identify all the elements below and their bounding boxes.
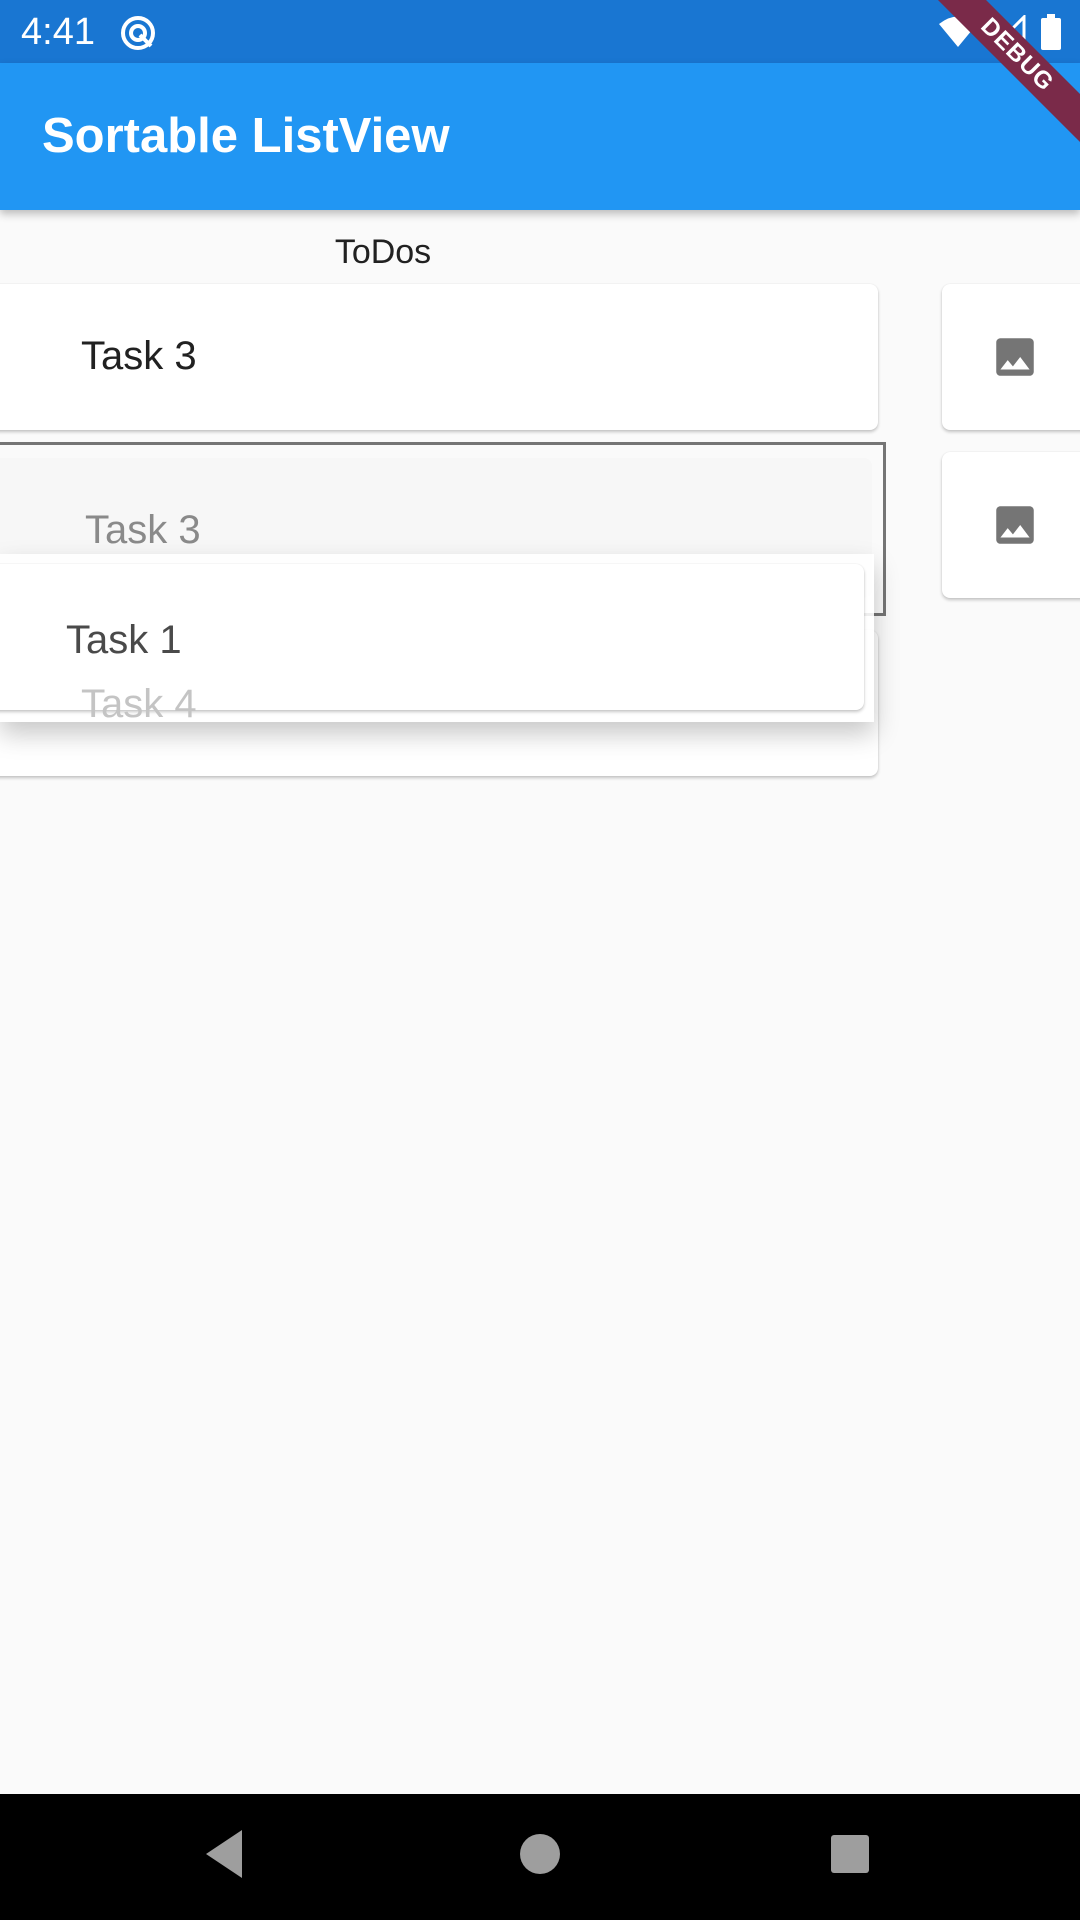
- status-time: 4:41: [21, 11, 95, 53]
- list-header: ToDos: [334, 233, 432, 271]
- navigation-bar: [0, 1794, 1080, 1920]
- status-bar: 4:41: [0, 0, 1080, 63]
- debug-banner: DEBUG: [930, 0, 1080, 150]
- back-icon[interactable]: [196, 1824, 256, 1884]
- list-item[interactable]: Task 3: [0, 284, 878, 430]
- image-card[interactable]: [942, 452, 1080, 598]
- list-item-label: Task 3: [81, 334, 197, 378]
- image-card[interactable]: [942, 284, 1080, 430]
- debug-banner-label: DEBUG: [930, 0, 1080, 149]
- app-title: Sortable ListView: [42, 109, 450, 163]
- list-item-label: Task 1: [66, 618, 182, 662]
- list-item-label: Task 4: [81, 682, 197, 726]
- app-notification-icon: [121, 16, 155, 50]
- image-icon: [996, 338, 1034, 376]
- home-icon[interactable]: [510, 1824, 570, 1884]
- recents-icon[interactable]: [820, 1824, 880, 1884]
- image-icon: [996, 506, 1034, 544]
- app-bar: Sortable ListView: [0, 63, 1080, 210]
